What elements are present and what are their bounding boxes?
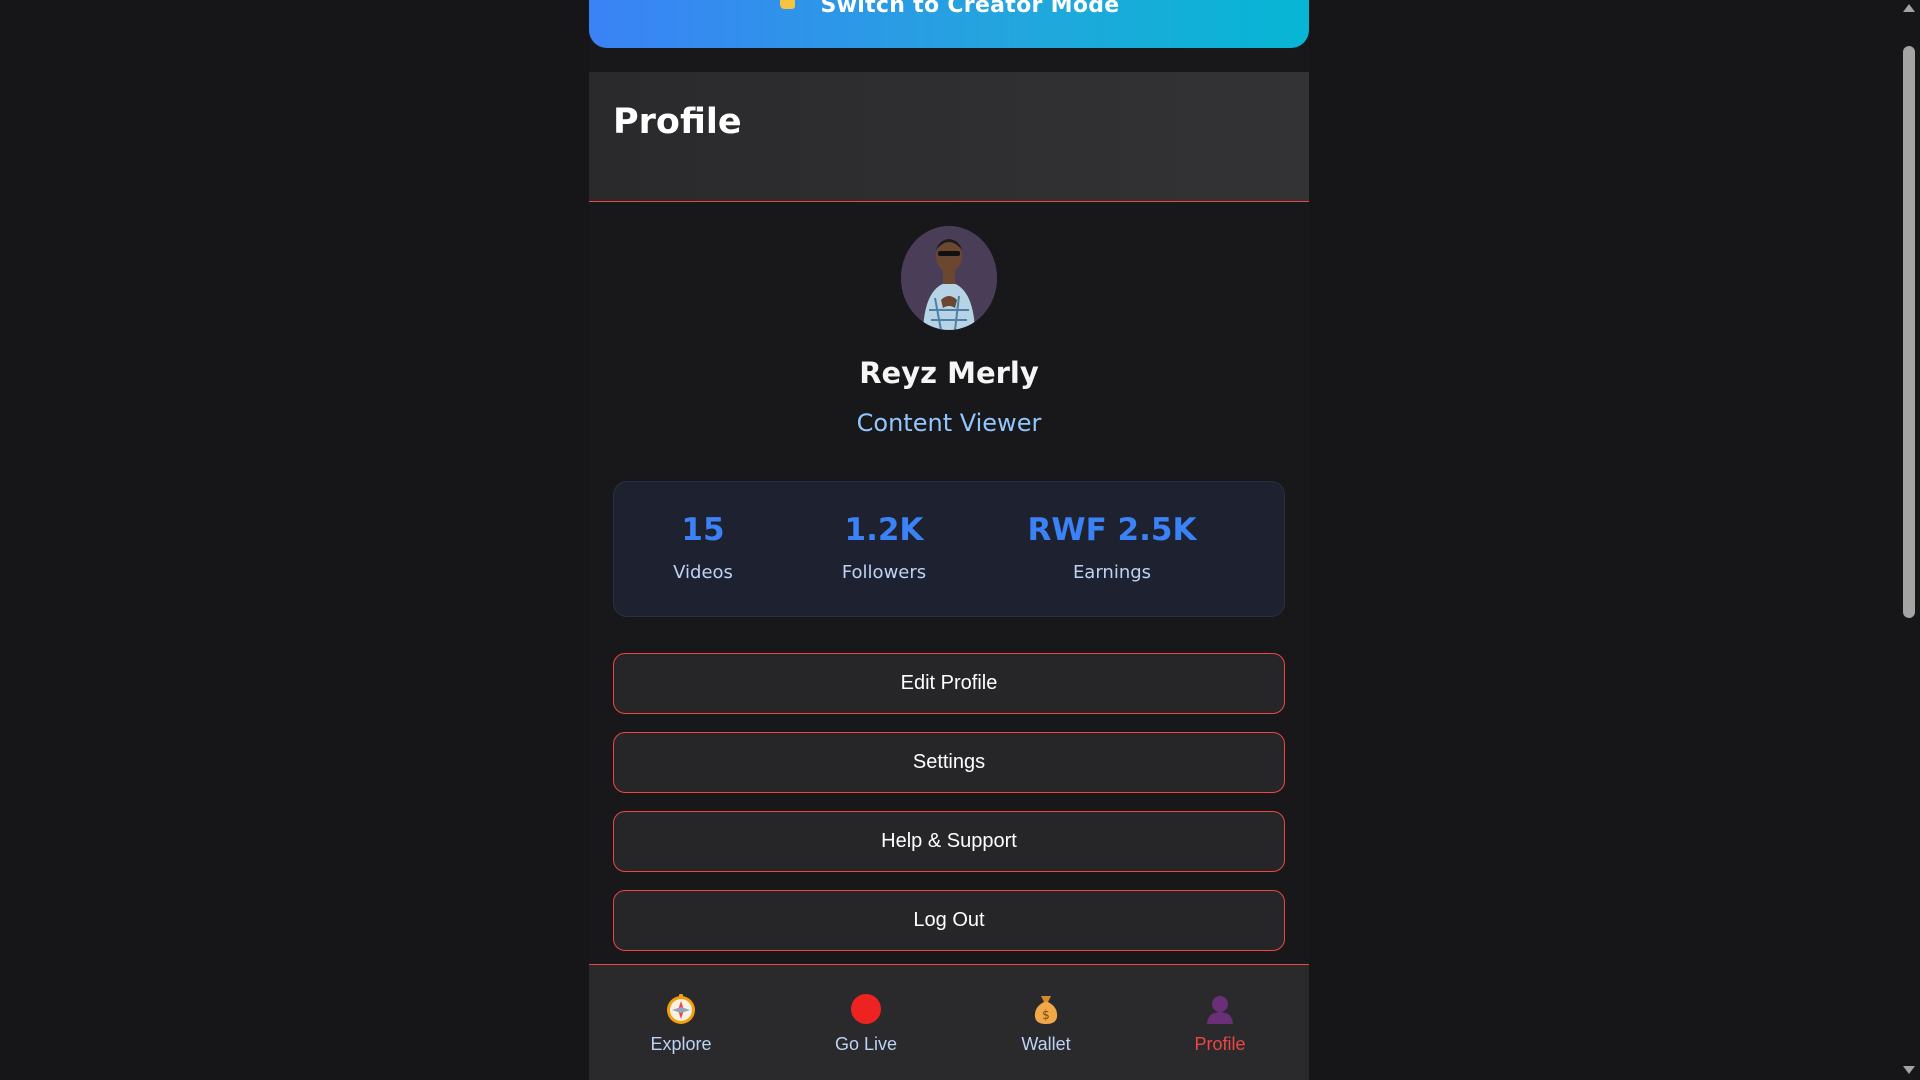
mobile-app-frame: Switch to Creator Mode Profile Reyz Merl…	[589, 0, 1309, 1080]
user-role: Content Viewer	[856, 409, 1042, 437]
pointing-hand-icon	[778, 0, 806, 18]
nav-label: Wallet	[1021, 1034, 1071, 1054]
nav-label: Profile	[1194, 1034, 1246, 1054]
stat-label: Earnings	[1072, 562, 1152, 583]
edit-profile-button[interactable]: Edit Profile	[613, 653, 1285, 714]
page-title: Profile	[613, 102, 742, 142]
stat-value: 1.2K	[844, 512, 924, 548]
nav-label: Explore	[650, 1034, 712, 1054]
scrollbar-thumb[interactable]	[1903, 46, 1915, 618]
page-scrollbar[interactable]	[1898, 0, 1920, 1080]
stat-value: RWF 2.5K	[1027, 512, 1197, 548]
stat-value: 15	[681, 512, 725, 548]
stat-videos: 15 Videos	[652, 512, 754, 583]
money-bag-icon: $	[1030, 993, 1062, 1025]
scroll-up-arrow-icon[interactable]	[1903, 4, 1915, 12]
stat-earnings: RWF 2.5K Earnings	[1022, 512, 1202, 583]
svg-text:$: $	[1042, 1008, 1050, 1022]
nav-item-profile[interactable]: Profile	[1165, 993, 1275, 1055]
nav-item-explore[interactable]: Explore	[626, 993, 736, 1055]
settings-button[interactable]: Settings	[613, 732, 1285, 793]
user-name: Reyz Merly	[859, 356, 1039, 390]
compass-icon	[665, 993, 697, 1025]
nav-item-go-live[interactable]: Go Live	[811, 993, 921, 1055]
nav-label: Go Live	[834, 1034, 898, 1054]
stats-card: 15 Videos 1.2K Followers RWF 2.5K Earnin…	[613, 481, 1285, 617]
avatar-photo	[901, 226, 997, 330]
stat-label: Followers	[841, 562, 927, 583]
switch-to-creator-label: Switch to Creator Mode	[820, 0, 1120, 18]
stat-label: Videos	[673, 562, 733, 583]
stat-followers: 1.2K Followers	[818, 512, 950, 583]
page-header: Profile	[589, 72, 1309, 202]
user-icon	[1204, 993, 1236, 1025]
switch-to-creator-button[interactable]: Switch to Creator Mode	[589, 0, 1309, 48]
help-support-button[interactable]: Help & Support	[613, 811, 1285, 872]
nav-item-wallet[interactable]: $ Wallet	[991, 993, 1101, 1055]
log-out-button[interactable]: Log Out	[613, 890, 1285, 951]
scroll-down-arrow-icon[interactable]	[1903, 1066, 1915, 1074]
avatar[interactable]	[901, 226, 997, 330]
record-dot-icon	[850, 993, 882, 1025]
viewport: Switch to Creator Mode Profile Reyz Merl…	[0, 0, 1920, 1080]
bottom-nav: Explore Go Live $ Wallet Profile	[589, 964, 1309, 1080]
